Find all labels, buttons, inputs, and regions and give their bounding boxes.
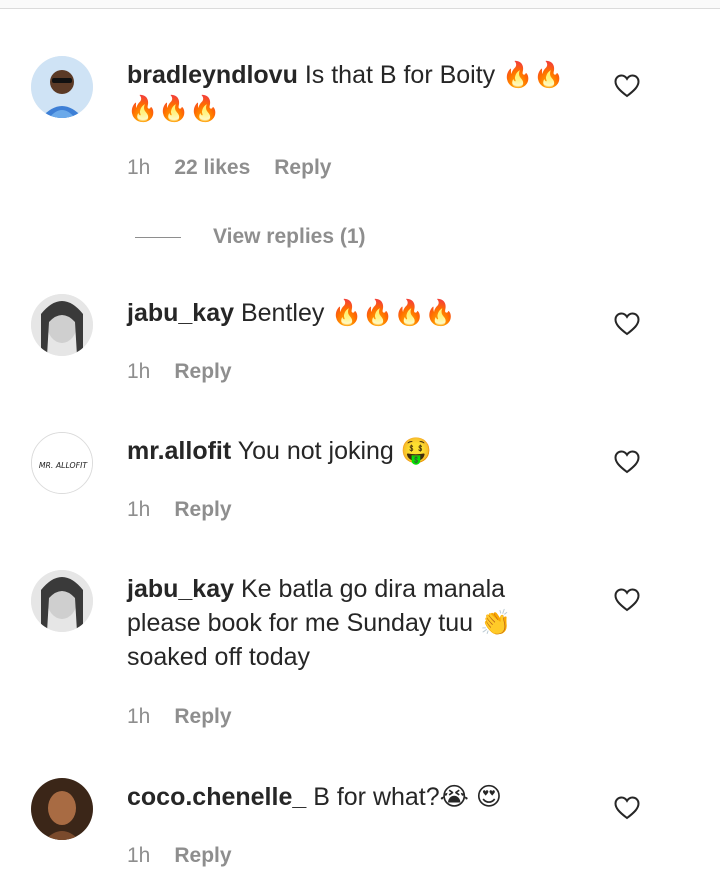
comment-time[interactable]: 1h: [127, 498, 150, 522]
view-replies-button[interactable]: View replies (1): [135, 222, 366, 252]
avatar[interactable]: [31, 570, 93, 632]
comment-username[interactable]: jabu_kay: [127, 299, 234, 327]
reply-button[interactable]: Reply: [274, 156, 331, 180]
avatar[interactable]: [31, 778, 93, 840]
comment-time[interactable]: 1h: [127, 705, 150, 729]
avatar[interactable]: [31, 56, 93, 118]
avatar[interactable]: [31, 294, 93, 356]
comment-body: bradleyndlovu Is that B for Boity 🔥🔥🔥🔥🔥: [127, 58, 582, 126]
comment-text: You not joking 🤑: [237, 437, 432, 465]
comment-body: mr.allofit You not joking 🤑: [127, 434, 582, 468]
comment-meta: 1h Reply: [127, 702, 232, 732]
comment-meta: 1h Reply: [127, 495, 232, 525]
comment-text: B for what?😭 😍: [313, 783, 502, 811]
comment-username[interactable]: mr.allofit: [127, 437, 231, 465]
heart-outline-icon[interactable]: [614, 74, 640, 98]
comment-body: jabu_kay Ke batla go dira manala please …: [127, 572, 557, 674]
avatar[interactable]: MR. ALLOFIT: [31, 432, 93, 494]
avatar-logo-text: MR. ALLOFIT: [39, 461, 89, 470]
comment-username[interactable]: bradleyndlovu: [127, 61, 298, 89]
view-replies-label: View replies (1): [213, 225, 366, 248]
comment-likes[interactable]: 22 likes: [174, 156, 250, 180]
comment-meta: 1h Reply: [127, 357, 232, 387]
comment-time[interactable]: 1h: [127, 844, 150, 868]
comment-body: coco.chenelle_ B for what?😭 😍: [127, 780, 582, 814]
comment-username[interactable]: coco.chenelle_: [127, 783, 306, 811]
heart-outline-icon[interactable]: [614, 450, 640, 474]
comment-time[interactable]: 1h: [127, 156, 150, 180]
comment-text: Bentley 🔥🔥🔥🔥: [240, 299, 456, 327]
comment-meta: 1h 22 likes Reply: [127, 153, 331, 183]
heart-outline-icon[interactable]: [614, 588, 640, 612]
reply-button[interactable]: Reply: [174, 498, 231, 522]
comment-meta: 1h Reply: [127, 841, 232, 871]
comment-body: jabu_kay Bentley 🔥🔥🔥🔥: [127, 296, 582, 330]
top-divider: [0, 0, 720, 9]
reply-button[interactable]: Reply: [174, 360, 231, 384]
comment-time[interactable]: 1h: [127, 360, 150, 384]
heart-outline-icon[interactable]: [614, 796, 640, 820]
heart-outline-icon[interactable]: [614, 312, 640, 336]
reply-button[interactable]: Reply: [174, 844, 231, 868]
replies-dash: [135, 236, 181, 238]
comment-username[interactable]: jabu_kay: [127, 575, 234, 603]
reply-button[interactable]: Reply: [174, 705, 231, 729]
